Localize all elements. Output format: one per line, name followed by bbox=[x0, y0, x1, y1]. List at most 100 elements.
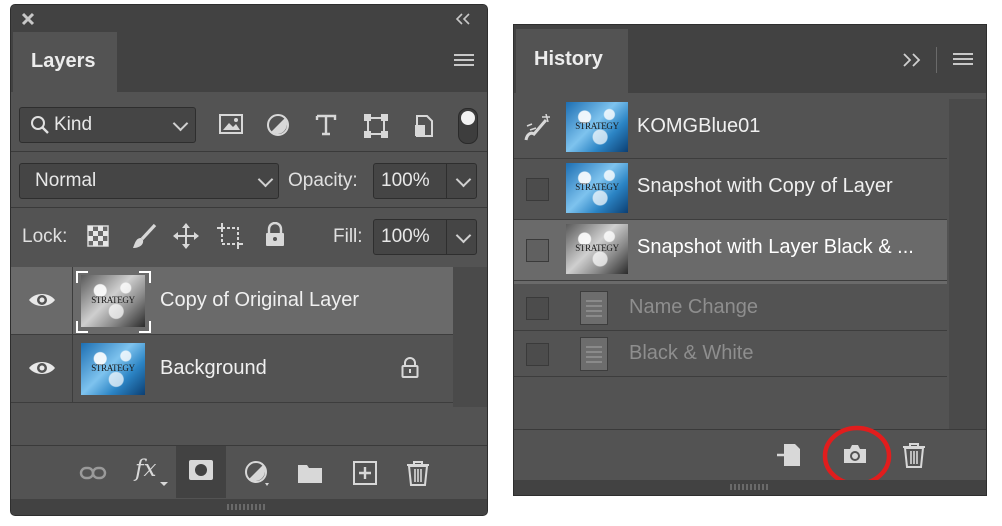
thumbnail-text: STRATEGY bbox=[575, 121, 619, 131]
resize-grip[interactable] bbox=[227, 504, 267, 510]
add-mask-button[interactable] bbox=[176, 446, 226, 498]
history-brush-source-checkbox[interactable] bbox=[526, 178, 549, 201]
snapshot-name: Snapshot with Copy of Layer bbox=[637, 175, 893, 197]
history-state-document-icon bbox=[580, 291, 608, 325]
divider bbox=[936, 47, 937, 73]
layer-name[interactable]: Copy of Original Layer bbox=[160, 289, 359, 312]
panel-top-strip bbox=[11, 5, 487, 32]
visibility-cell bbox=[11, 267, 73, 334]
layer-thumbnail: STRATEGY bbox=[81, 343, 145, 395]
new-layer-icon[interactable] bbox=[351, 459, 379, 487]
selection-corner bbox=[139, 271, 151, 283]
snapshot-thumbnail: STRATEGY bbox=[566, 102, 628, 152]
opacity-field[interactable]: 100% bbox=[373, 163, 477, 199]
eye-icon[interactable] bbox=[28, 359, 56, 377]
history-state-row[interactable]: Name Change bbox=[514, 285, 947, 331]
eye-icon[interactable] bbox=[28, 291, 56, 309]
panel-resize-strip bbox=[514, 480, 986, 495]
history-state-row[interactable]: Black & White bbox=[514, 331, 947, 377]
snapshot-name: Snapshot with Layer Black & ... bbox=[637, 236, 914, 258]
new-document-from-state-icon[interactable] bbox=[775, 441, 805, 469]
filter-toggle-knob bbox=[461, 111, 475, 125]
history-brush-source-checkbox[interactable] bbox=[526, 239, 549, 262]
history-brush-source-checkbox[interactable] bbox=[526, 297, 549, 320]
history-brush-source-checkbox[interactable] bbox=[526, 343, 549, 366]
layer-thumbnail: STRATEGY bbox=[81, 275, 145, 327]
snapshot-row[interactable]: STRATEGY KOMGBlue01 bbox=[514, 98, 947, 159]
tab-layers-label: Layers bbox=[31, 50, 96, 72]
layers-scrollbar[interactable] bbox=[453, 267, 487, 407]
chevron-down-icon[interactable] bbox=[455, 171, 472, 188]
lock-label: Lock: bbox=[22, 226, 68, 247]
layer-style-fx-icon[interactable]: fx bbox=[135, 456, 156, 482]
dropdown-triangle-icon bbox=[160, 482, 168, 486]
blend-mode-select[interactable]: Normal bbox=[19, 163, 279, 199]
panel-menu-icon[interactable] bbox=[454, 54, 474, 68]
snapshot-row[interactable]: STRATEGY Snapshot with Copy of Layer bbox=[514, 159, 947, 220]
layers-panel: Layers Kind Normal Opacity: 100% Lock: F… bbox=[10, 4, 488, 516]
history-state-document-icon bbox=[580, 337, 608, 371]
chevron-down-icon bbox=[172, 115, 189, 132]
chevron-down-icon[interactable] bbox=[455, 227, 472, 244]
fill-field[interactable]: 100% bbox=[373, 219, 477, 255]
lock-artboard-icon[interactable] bbox=[216, 222, 244, 250]
filter-kind-label: Kind bbox=[54, 114, 93, 135]
blend-mode-value: Normal bbox=[35, 170, 97, 191]
resize-grip[interactable] bbox=[730, 484, 770, 490]
lock-icon bbox=[401, 357, 419, 378]
pixel-layer-filter-icon[interactable] bbox=[218, 113, 244, 135]
type-layer-filter-icon[interactable] bbox=[314, 113, 338, 137]
new-fill-adjustment-icon[interactable] bbox=[243, 459, 271, 487]
tab-history-label: History bbox=[534, 48, 603, 70]
filter-toggle[interactable] bbox=[458, 108, 478, 144]
layers-list: STRATEGY Copy of Original Layer STRATEGY… bbox=[11, 267, 453, 407]
layer-row[interactable]: STRATEGY Copy of Original Layer bbox=[11, 267, 453, 335]
divider bbox=[11, 207, 487, 208]
fill-value: 100% bbox=[381, 226, 430, 247]
snapshot-states-divider bbox=[514, 281, 947, 284]
visibility-cell bbox=[11, 335, 73, 402]
panel-resize-strip bbox=[11, 499, 487, 515]
shape-layer-filter-icon[interactable] bbox=[363, 113, 389, 139]
mask-icon bbox=[189, 460, 213, 480]
new-group-folder-icon[interactable] bbox=[296, 459, 324, 487]
history-brush-source-icon[interactable] bbox=[524, 114, 552, 142]
snapshot-thumbnail: STRATEGY bbox=[566, 163, 628, 213]
field-divider bbox=[446, 220, 447, 254]
divider bbox=[11, 151, 487, 152]
tab-layers[interactable]: Layers bbox=[13, 32, 117, 92]
tab-history[interactable]: History bbox=[516, 29, 628, 93]
panel-menu-icon[interactable] bbox=[953, 53, 973, 67]
lock-image-pixels-icon[interactable] bbox=[131, 223, 157, 251]
snapshot-name: KOMGBlue01 bbox=[637, 115, 761, 137]
selection-corner bbox=[76, 321, 88, 333]
search-icon bbox=[31, 116, 49, 134]
field-divider bbox=[446, 164, 447, 198]
opacity-label: Opacity: bbox=[288, 170, 358, 191]
adjustment-layer-filter-icon[interactable] bbox=[266, 113, 290, 137]
link-layers-icon[interactable] bbox=[79, 459, 107, 487]
history-state-name: Black & White bbox=[629, 342, 754, 364]
lock-transparent-pixels-icon[interactable] bbox=[87, 225, 109, 247]
lock-position-icon[interactable] bbox=[172, 222, 200, 250]
layer-name[interactable]: Background bbox=[160, 357, 267, 380]
opacity-value: 100% bbox=[381, 170, 430, 191]
thumbnail-text: STRATEGY bbox=[575, 243, 619, 253]
layer-row[interactable]: STRATEGY Background bbox=[11, 335, 453, 403]
snapshot-row-selected[interactable]: STRATEGY Snapshot with Layer Black & ... bbox=[514, 220, 947, 281]
history-scrollbar[interactable] bbox=[949, 99, 986, 429]
history-panel: History STRATEGY KOMGBlue01 STRATEGY Sna… bbox=[513, 24, 987, 496]
thumbnail-text: STRATEGY bbox=[91, 294, 135, 305]
delete-state-trash-icon[interactable] bbox=[901, 441, 927, 469]
filter-kind-select[interactable]: Kind bbox=[19, 107, 196, 143]
selection-corner bbox=[76, 271, 88, 283]
selection-corner bbox=[139, 321, 151, 333]
lock-all-icon[interactable] bbox=[264, 222, 286, 248]
delete-layer-trash-icon[interactable] bbox=[404, 459, 432, 487]
thumbnail-text: STRATEGY bbox=[575, 182, 619, 192]
collapse-icon[interactable] bbox=[455, 13, 471, 25]
expand-icon[interactable] bbox=[902, 53, 922, 67]
close-icon[interactable] bbox=[21, 12, 35, 26]
fill-label: Fill: bbox=[333, 226, 363, 247]
smart-object-filter-icon[interactable] bbox=[412, 113, 436, 139]
